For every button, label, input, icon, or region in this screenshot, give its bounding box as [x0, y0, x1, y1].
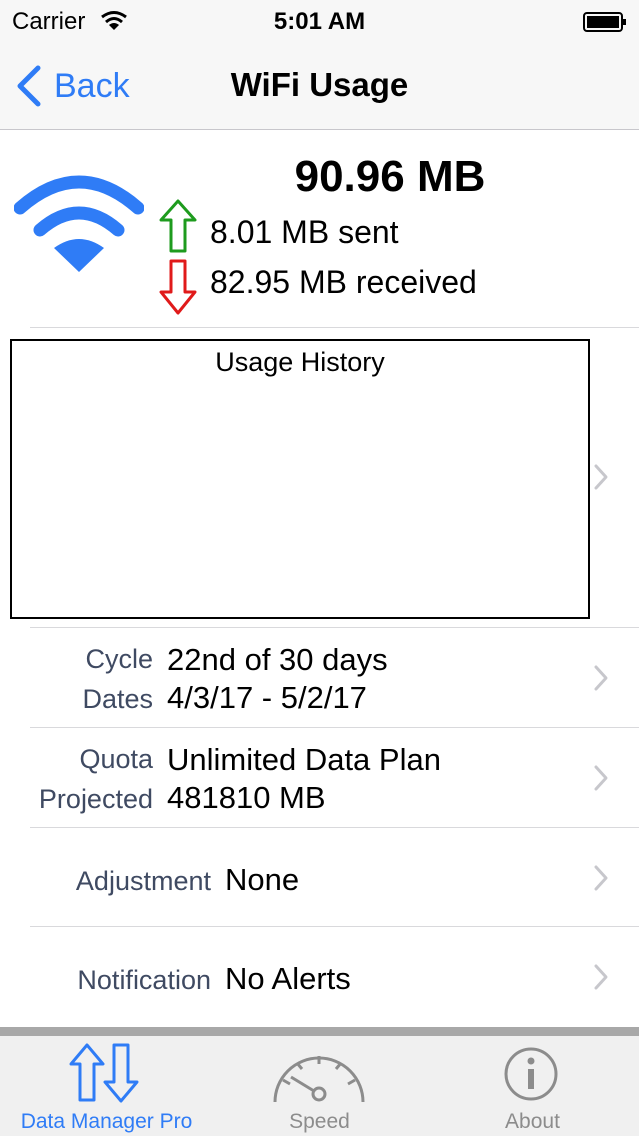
- quota-label: Quota: [79, 744, 153, 774]
- dates-value: 4/3/17 - 5/2/17: [167, 680, 367, 715]
- quota-value: Unlimited Data Plan: [167, 742, 441, 777]
- notification-value: No Alerts: [225, 961, 351, 996]
- cycle-label: Cycle: [85, 644, 153, 674]
- notification-label: Notification: [77, 965, 211, 995]
- dates-label: Dates: [82, 684, 153, 714]
- quota-row[interactable]: Quota Unlimited Data Plan Projected 4818…: [0, 728, 639, 827]
- arrow-up-icon: [159, 199, 197, 253]
- projected-label: Projected: [38, 784, 153, 814]
- chevron-right-icon: [594, 665, 608, 691]
- page-title: WiFi Usage: [230, 66, 409, 103]
- speedometer-icon: [273, 1056, 365, 1103]
- usage-history-chart[interactable]: Usage History: [10, 339, 590, 619]
- cycle-row[interactable]: Cycle 22nd of 30 days Dates 4/3/17 - 5/2…: [0, 628, 639, 727]
- wifi-icon: [14, 175, 144, 272]
- status-bar: Carrier 5:01 AM: [0, 0, 639, 44]
- tab-data-manager[interactable]: Data Manager Pro: [0, 1036, 213, 1136]
- chevron-right-icon: [594, 765, 608, 791]
- adjustment-row[interactable]: Adjustment None: [0, 828, 639, 927]
- usage-summary: 90.96 MB 8.01 MB sent 82.95 MB received: [0, 130, 639, 327]
- tab-bar: Data Manager Pro Speed About: [0, 1036, 639, 1136]
- notification-row[interactable]: Notification No Alerts: [0, 927, 639, 1026]
- tab-about[interactable]: About: [426, 1036, 639, 1136]
- tab-label: Data Manager Pro: [20, 1110, 193, 1133]
- projected-value: 481810 MB: [167, 780, 326, 815]
- navigation-bar: Back WiFi Usage: [0, 44, 639, 130]
- chevron-right-icon: [594, 964, 608, 990]
- divider: [30, 327, 639, 328]
- status-time: 5:01 AM: [273, 8, 366, 35]
- adjustment-label: Adjustment: [75, 866, 211, 896]
- arrow-down-icon: [159, 259, 197, 315]
- chevron-right-icon[interactable]: [593, 463, 609, 491]
- data-arrows-icon: [69, 1043, 139, 1103]
- adjustment-value: None: [225, 862, 300, 897]
- battery-icon: [583, 12, 626, 32]
- tab-bar-divider: [0, 1027, 639, 1036]
- cycle-value: 22nd of 30 days: [167, 642, 388, 677]
- chevron-right-icon: [594, 865, 608, 891]
- tab-label: About: [505, 1110, 560, 1133]
- received-amount: 82.95 MB received: [210, 264, 477, 300]
- chart-title: Usage History: [215, 347, 385, 377]
- info-icon: [504, 1047, 558, 1101]
- tab-label: Speed: [289, 1110, 350, 1133]
- tab-speed[interactable]: Speed: [213, 1036, 426, 1136]
- total-usage: 90.96 MB: [294, 152, 486, 201]
- sent-amount: 8.01 MB sent: [210, 214, 399, 250]
